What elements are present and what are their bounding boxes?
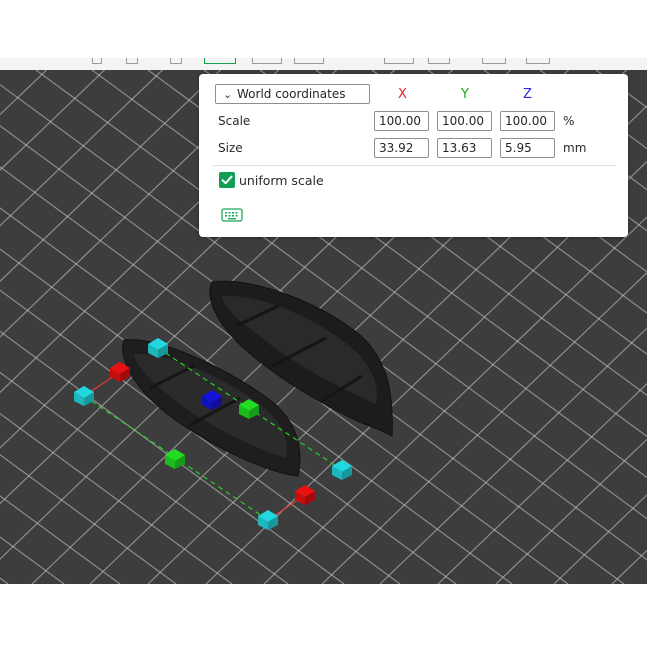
corner-handle[interactable] (258, 510, 278, 530)
size-label: Size (218, 141, 243, 155)
x-axis-handle[interactable] (295, 485, 315, 505)
grid-line (0, 495, 121, 584)
corner-handle[interactable] (332, 460, 352, 480)
keyboard-icon[interactable] (221, 208, 243, 222)
panel-divider (213, 165, 617, 166)
toolbar-scale-icon[interactable] (204, 58, 236, 64)
scale-x-input[interactable]: 100.00 (374, 111, 429, 131)
size-z-input[interactable]: 5.95 (500, 138, 555, 158)
grid-line (0, 70, 14, 584)
toolbar-icon[interactable] (482, 58, 506, 64)
toolbar-icon[interactable] (92, 58, 102, 64)
toolbar-icon[interactable] (126, 58, 138, 64)
coordinate-mode-value: World coordinates (237, 87, 346, 101)
checkmark-icon (221, 175, 233, 185)
scale-panel: ⌄ World coordinates X Y Z Scale 100.00 10… (199, 74, 628, 237)
scale-z-input[interactable]: 100.00 (500, 111, 555, 131)
scale-label: Scale (218, 114, 251, 128)
scale-unit: % (563, 114, 575, 128)
scale-y-input[interactable]: 100.00 (437, 111, 492, 131)
grid-line (0, 577, 9, 584)
top-toolbar (0, 58, 647, 70)
uniform-scale-label: uniform scale (239, 173, 324, 188)
corner-handle[interactable] (74, 386, 94, 406)
size-x-input[interactable]: 33.92 (374, 138, 429, 158)
toolbar-icon[interactable] (170, 58, 182, 64)
axis-header-y: Y (461, 87, 469, 102)
uniform-scale-checkbox[interactable] (219, 172, 235, 188)
toolbar-icon[interactable] (384, 58, 414, 64)
size-y-input[interactable]: 13.63 (437, 138, 492, 158)
grid-line (0, 454, 177, 584)
size-unit: mm (563, 141, 587, 155)
grid-line (0, 70, 48, 116)
axis-header-x: X (398, 87, 407, 102)
toolbar-icon[interactable] (428, 58, 450, 64)
toolbar-icon[interactable] (252, 58, 282, 64)
coordinate-system-dropdown[interactable]: ⌄ World coordinates (215, 84, 370, 104)
bottom-area (0, 584, 647, 647)
toolbar-icon[interactable] (526, 58, 550, 64)
chevron-down-icon: ⌄ (223, 88, 233, 101)
axis-header-z: Z (523, 87, 532, 102)
toolbar-icon[interactable] (294, 58, 324, 64)
